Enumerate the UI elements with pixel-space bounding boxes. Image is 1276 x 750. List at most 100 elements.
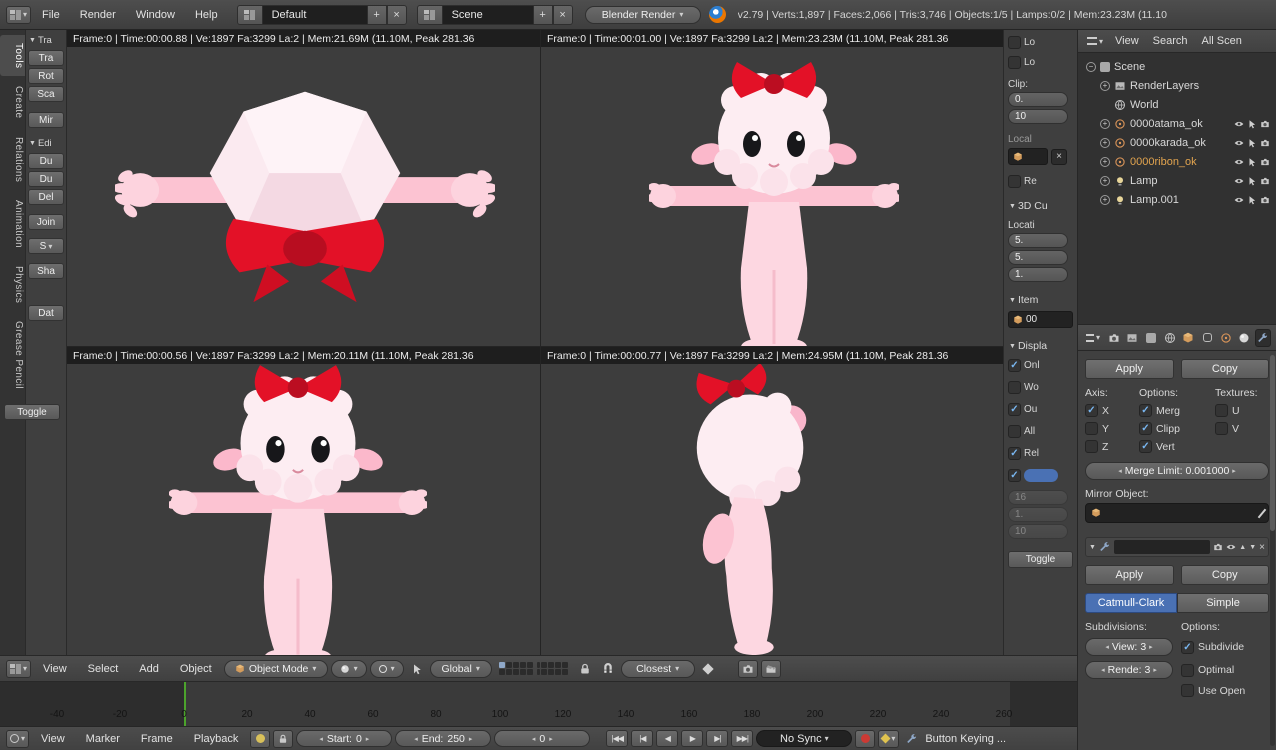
auto-keyframe-button[interactable]: [855, 730, 875, 748]
tab-material[interactable]: [1236, 329, 1252, 347]
viewport-front-view-2[interactable]: Frame:0 | Time:00:00.56 | Ve:1897 Fa:329…: [67, 347, 540, 655]
opengl-animation-icon[interactable]: [761, 660, 781, 678]
rotate-button[interactable]: Rot: [28, 68, 64, 84]
modifier-render-icon[interactable]: [1213, 542, 1223, 552]
tab-render-layers[interactable]: [1125, 329, 1141, 347]
browse-screen-icon[interactable]: [237, 5, 263, 25]
snap-element-select[interactable]: Closest▾: [621, 660, 695, 678]
toggle-button[interactable]: Toggle: [4, 404, 60, 420]
menu-file[interactable]: File: [33, 6, 69, 24]
use-opensubdiv-checkbox[interactable]: ✓: [1181, 684, 1194, 697]
grid-subdivisions-field[interactable]: 10: [1008, 524, 1068, 539]
screen-layout-field[interactable]: Default: [263, 5, 367, 25]
visibility-eye-icon[interactable]: [1234, 138, 1244, 148]
timeline-menu-playback[interactable]: Playback: [185, 730, 248, 748]
selectability-icon[interactable]: [1247, 195, 1257, 205]
snap-magnet-icon[interactable]: [598, 660, 618, 678]
play-button[interactable]: ▶: [681, 730, 703, 747]
clear-camera-button[interactable]: ×: [1051, 149, 1067, 165]
outliner-item-world[interactable]: World: [1080, 95, 1274, 114]
outline-selected-checkbox[interactable]: ✓: [1008, 403, 1021, 416]
mirror-button[interactable]: Mir: [28, 112, 64, 128]
timeline-menu-marker[interactable]: Marker: [77, 730, 129, 748]
timeline-editor-type-icon[interactable]: ▾: [6, 730, 29, 748]
view-subdivisions-field[interactable]: ◂View:3▸: [1085, 638, 1173, 656]
all-origins-checkbox[interactable]: ✓: [1008, 425, 1021, 438]
expand-icon[interactable]: +: [1100, 157, 1110, 167]
pivot-select[interactable]: ▾: [370, 660, 404, 678]
npanel-toggle-button[interactable]: Toggle: [1008, 551, 1073, 568]
local-camera-field[interactable]: [1008, 148, 1048, 165]
preview-range-icon[interactable]: [250, 730, 270, 748]
move-down-icon[interactable]: ▼: [1249, 544, 1256, 551]
clipping-checkbox[interactable]: ✓: [1139, 422, 1152, 435]
vertex-groups-checkbox[interactable]: ✓: [1139, 440, 1152, 453]
outliner-item-atama[interactable]: + 0000atama_ok: [1080, 114, 1274, 133]
outliner-item-renderlayers[interactable]: + RenderLayers: [1080, 76, 1274, 95]
subsurf-apply-button[interactable]: Apply: [1085, 565, 1174, 585]
outliner-item-karada[interactable]: + 0000karada_ok: [1080, 133, 1274, 152]
only-render-checkbox[interactable]: ✓: [1008, 359, 1021, 372]
expand-icon[interactable]: +: [1100, 119, 1110, 129]
opengl-render-icon[interactable]: [738, 660, 758, 678]
visibility-eye-icon[interactable]: [1234, 119, 1244, 129]
render-border-checkbox[interactable]: ✓: [1008, 175, 1021, 188]
join-button[interactable]: Join: [28, 214, 64, 230]
tab-object[interactable]: [1181, 329, 1197, 347]
scale-button[interactable]: Sca: [28, 86, 64, 102]
tab-grease-pencil[interactable]: Grease Pencil: [0, 313, 25, 397]
layers-widget[interactable]: [499, 662, 568, 675]
tab-create[interactable]: Create: [0, 78, 25, 126]
transform-panel-header[interactable]: ▼Tra: [28, 33, 64, 48]
menu-view[interactable]: View: [34, 660, 76, 678]
menu-select[interactable]: Select: [79, 660, 128, 678]
subdivide-uvs-checkbox[interactable]: ✓: [1181, 641, 1194, 654]
viewport-side-view[interactable]: Frame:0 | Time:00:00.77 | Ve:1897 Fa:329…: [541, 347, 1003, 655]
selectability-icon[interactable]: [1247, 176, 1257, 186]
delete-modifier-icon[interactable]: ×: [1259, 542, 1265, 553]
grid-lines-field[interactable]: 16: [1008, 490, 1068, 505]
outliner-menu-view[interactable]: View: [1110, 33, 1144, 49]
renderability-icon[interactable]: [1260, 157, 1270, 167]
duplicate-button[interactable]: Du: [28, 153, 64, 169]
cursor-y-field[interactable]: 5.: [1008, 250, 1068, 265]
scene-name-field[interactable]: Scene: [443, 5, 533, 25]
viewport-front-view[interactable]: Frame:0 | Time:00:01.00 | Ve:1897 Fa:329…: [541, 30, 1003, 346]
lock-checkbox-1[interactable]: ✓: [1008, 36, 1021, 49]
cursor-x-field[interactable]: 5.: [1008, 233, 1068, 248]
expand-modifier-icon[interactable]: ▼: [1089, 544, 1096, 551]
frame-start-field[interactable]: ◂Start:0▸: [296, 730, 392, 747]
add-scene-button[interactable]: +: [533, 5, 553, 25]
selectability-icon[interactable]: [1247, 138, 1257, 148]
tab-animation[interactable]: Animation: [0, 192, 25, 256]
item-name-field[interactable]: 00: [1008, 311, 1073, 328]
tab-constraints[interactable]: [1199, 329, 1215, 347]
render-subdivisions-field[interactable]: ◂Rende:3▸: [1085, 661, 1173, 679]
visibility-eye-icon[interactable]: [1234, 176, 1244, 186]
selectability-icon[interactable]: [1247, 157, 1257, 167]
catmull-clark-button[interactable]: Catmull-Clark: [1085, 593, 1177, 613]
lock-icon[interactable]: [575, 660, 595, 678]
visibility-eye-icon[interactable]: [1234, 195, 1244, 205]
previous-keyframe-button[interactable]: |◀: [631, 730, 653, 747]
texture-u-checkbox[interactable]: ✓: [1215, 404, 1228, 417]
axis-y-checkbox[interactable]: ✓: [1085, 422, 1098, 435]
visibility-eye-icon[interactable]: [1234, 157, 1244, 167]
expand-icon[interactable]: +: [1100, 195, 1110, 205]
merge-limit-field[interactable]: ◂ Merge Limit: 0.001000 ▸: [1085, 462, 1269, 480]
tab-render[interactable]: [1106, 329, 1122, 347]
delete-screen-button[interactable]: ×: [387, 5, 407, 25]
clip-end-field[interactable]: 10: [1008, 109, 1068, 124]
expand-icon[interactable]: +: [1100, 138, 1110, 148]
menu-help[interactable]: Help: [186, 6, 227, 24]
outliner-item-ribon[interactable]: + 0000ribon_ok: [1080, 152, 1274, 171]
timeline-lock-icon[interactable]: [273, 730, 293, 748]
renderability-icon[interactable]: [1260, 119, 1270, 129]
expand-icon[interactable]: +: [1100, 176, 1110, 186]
mode-select[interactable]: Object Mode▾: [224, 660, 328, 678]
tab-scene[interactable]: [1143, 329, 1159, 347]
outliner-editor-type-icon[interactable]: ▾: [1084, 32, 1106, 50]
tab-physics[interactable]: Physics: [0, 258, 25, 311]
display-panel-header[interactable]: ▼Displa: [1008, 338, 1073, 354]
viewport-editor-type-icon[interactable]: ▾: [6, 660, 31, 678]
